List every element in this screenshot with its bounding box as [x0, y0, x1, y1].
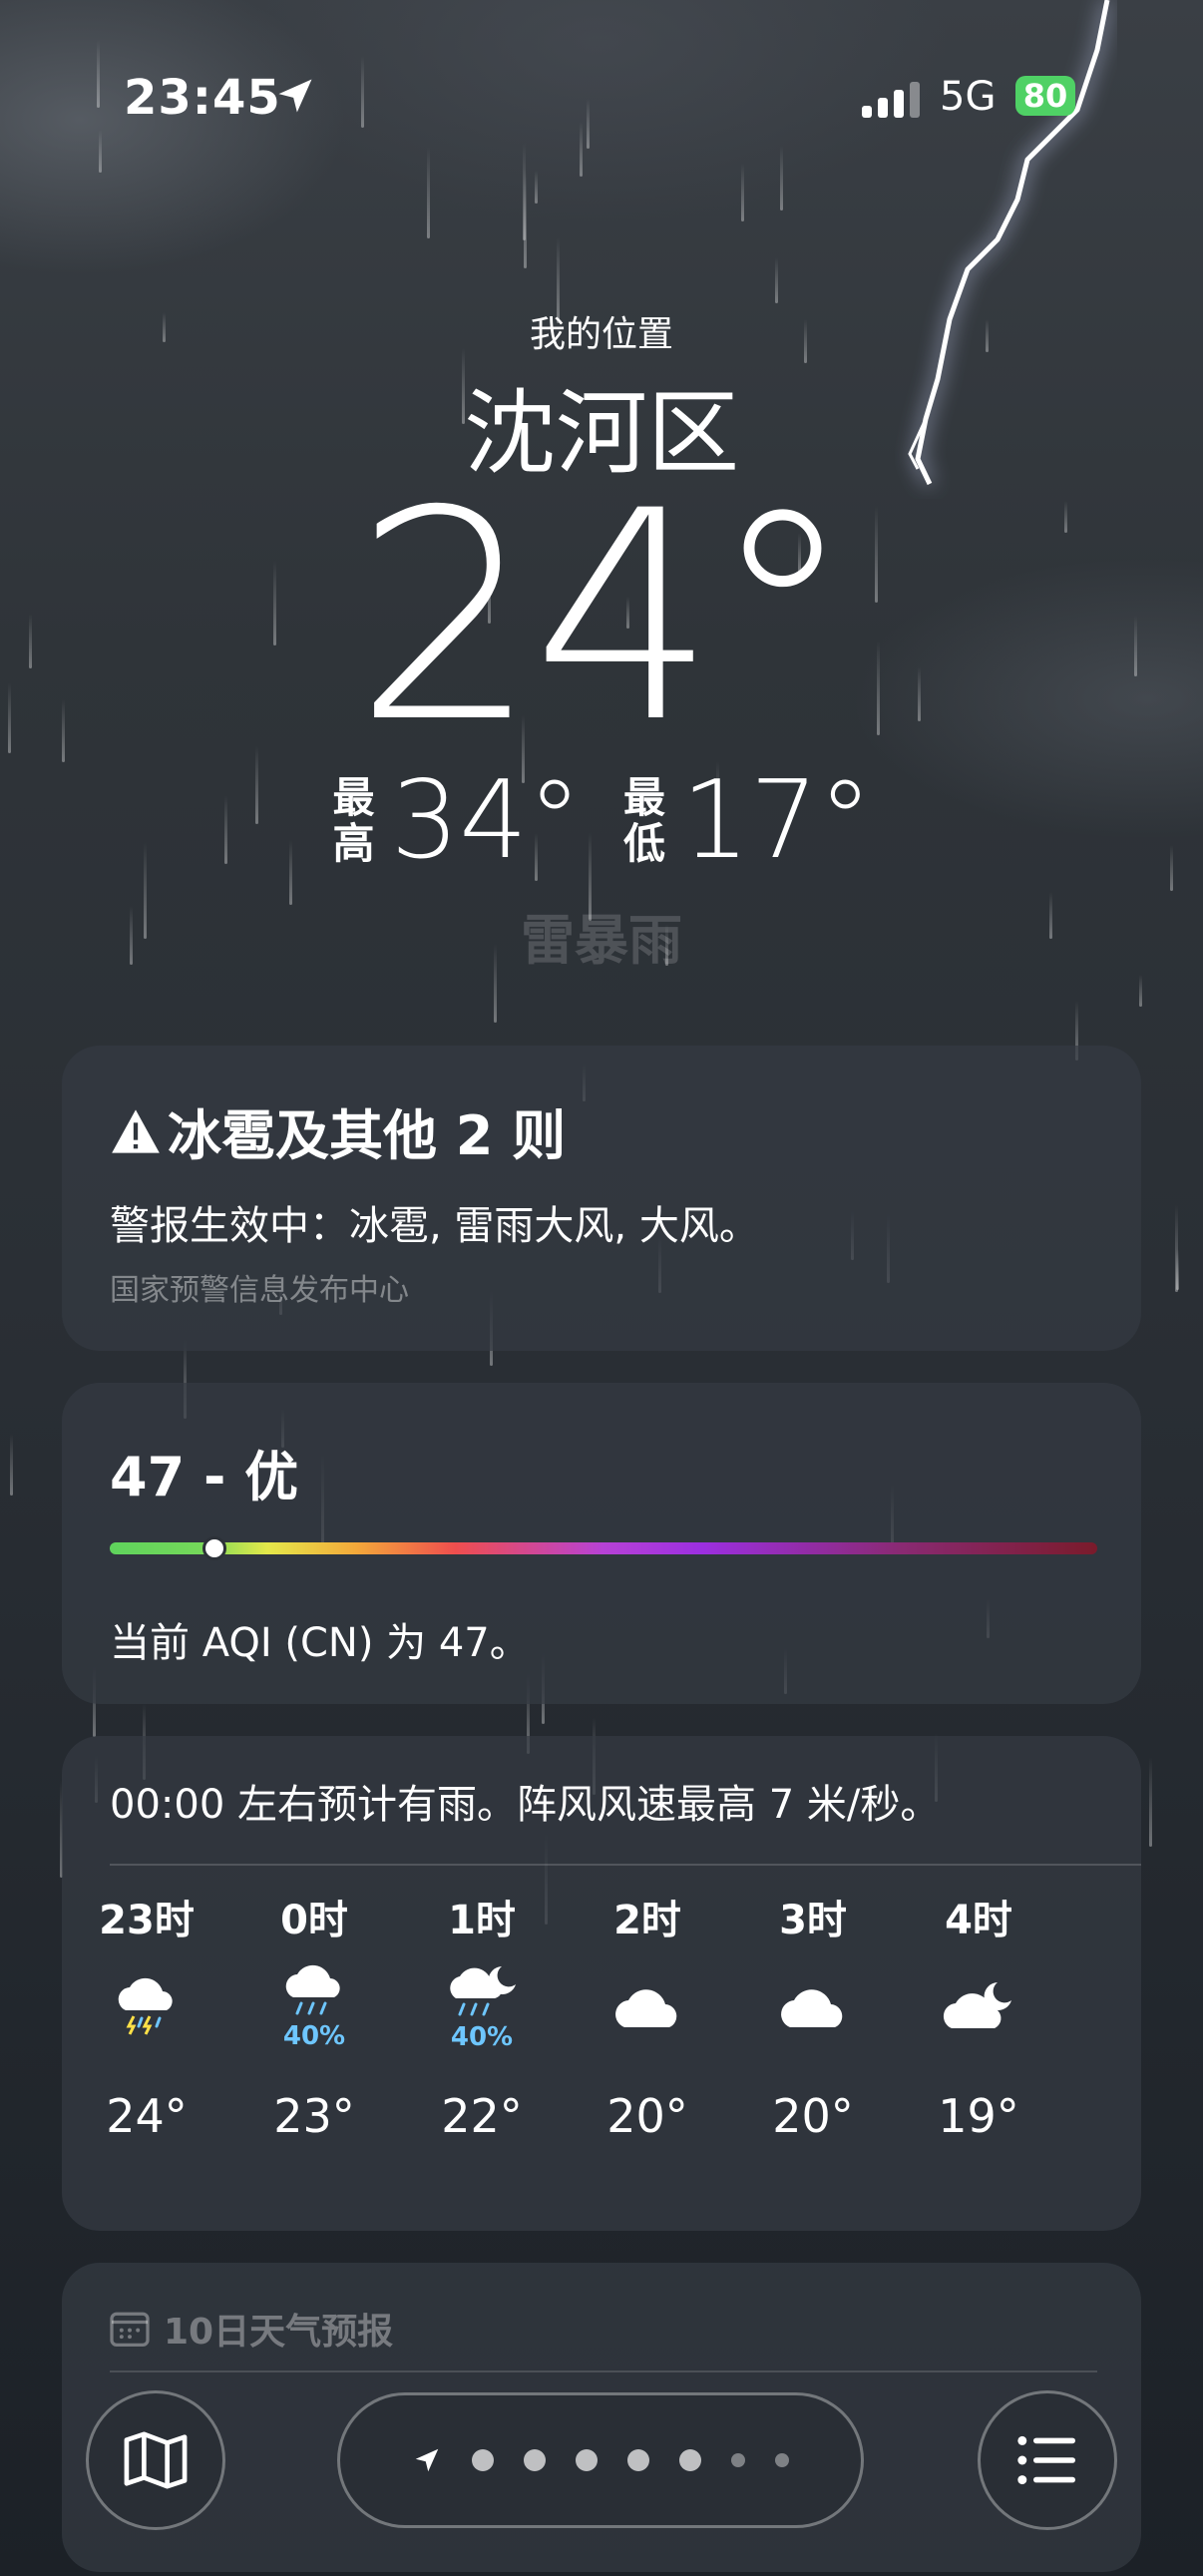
raindrop — [10, 1434, 13, 1496]
hour-label: 1时 — [448, 1898, 516, 1943]
current-location-icon — [415, 2448, 439, 2472]
thunderstorm-icon — [118, 1977, 173, 2035]
hour-label: 3时 — [779, 1898, 847, 1943]
weather-alert-card[interactable]: 冰雹及其他 2 则 警报生效中：冰雹, 雷雨大风, 大风。 国家预警信息发布中心 — [62, 1046, 1141, 1351]
aqi-indicator-dot — [202, 1536, 226, 1560]
divider — [110, 2370, 1097, 2372]
divider — [110, 1864, 1141, 1866]
hourly-item[interactable]: 2时 20° — [573, 1888, 722, 2143]
list-icon — [1017, 2435, 1075, 2485]
alert-title-row: 冰雹及其他 2 则 — [110, 1091, 566, 1170]
hourly-item[interactable]: 0 — [1119, 1888, 1141, 1947]
hourly-item[interactable]: 1时 40% 22° — [407, 1888, 557, 2143]
rain-icon — [285, 1964, 340, 2015]
hour-label: 2时 — [613, 1898, 681, 1943]
network-type: 5G — [940, 74, 997, 120]
hourly-forecast-card[interactable]: 00:00 左右预计有雨。阵风风速最高 7 米/秒。 23时 24° 0时 40… — [62, 1736, 1141, 2231]
map-icon — [124, 2431, 188, 2489]
hourly-summary: 00:00 左右预计有雨。阵风风速最高 7 米/秒。 — [110, 1782, 941, 1828]
alert-body: 警报生效中：冰雹, 雷雨大风, 大风。 — [110, 1203, 759, 1249]
location-arrow-icon — [278, 79, 312, 113]
warning-icon — [112, 1108, 160, 1153]
calendar-icon — [110, 2312, 150, 2347]
hour-temp: 23° — [273, 2089, 355, 2143]
weather-condition: 雷暴雨 — [521, 909, 682, 972]
cellular-signal-icon — [862, 82, 920, 118]
battery-indicator: 80 — [1015, 76, 1075, 116]
page-dot — [627, 2449, 649, 2471]
alert-source: 国家预警信息发布中心 — [110, 1273, 409, 1308]
hour-label: 23时 — [99, 1898, 195, 1943]
cloud-icon — [781, 1989, 843, 2027]
raindrop — [775, 257, 778, 303]
alert-title: 冰雹及其他 2 则 — [168, 1104, 567, 1167]
hourly-item[interactable]: 0时 40% 23° — [239, 1888, 389, 2143]
aqi-scale-bar — [110, 1542, 1097, 1554]
page-dot — [775, 2453, 789, 2467]
hour-temp: 20° — [606, 2089, 688, 2143]
hour-temp: 20° — [772, 2089, 854, 2143]
page-dot — [576, 2449, 598, 2471]
page-dot — [679, 2449, 701, 2471]
hourly-item[interactable]: 3时 20° — [738, 1888, 888, 2143]
status-time: 23:45 — [124, 70, 281, 126]
low-label: 最低 — [622, 772, 665, 868]
status-bar: 23:45 5G 80 — [0, 0, 1203, 200]
low-temp: 17° — [681, 758, 873, 883]
aqi-value: 47 - 优 — [110, 1446, 299, 1508]
page-dot — [472, 2449, 494, 2471]
high-low-temperatures: 最高 34° 最低 17° — [0, 758, 1203, 883]
page-dot — [524, 2449, 546, 2471]
raindrop — [1176, 1249, 1179, 1290]
page-dot — [731, 2453, 745, 2467]
high-temp: 34° — [390, 758, 582, 883]
hour-temp: 19° — [938, 2089, 1019, 2143]
precip-chance: 40% — [450, 2022, 514, 2052]
high-label: 最高 — [332, 772, 375, 868]
hourly-item[interactable]: 23时 24° — [72, 1888, 221, 2143]
night-cloud-icon — [943, 1982, 1011, 2028]
hour-temp: 24° — [106, 2089, 188, 2143]
hour-label: 4时 — [945, 1898, 1012, 1943]
raindrop — [1139, 975, 1142, 1007]
raindrop — [1149, 1757, 1152, 1847]
hour-temp: 22° — [441, 2089, 523, 2143]
current-temperature: 24° — [353, 450, 855, 786]
location-page-indicator[interactable] — [337, 2392, 864, 2528]
air-quality-card[interactable]: 47 - 优 当前 AQI (CN) 为 47。 — [62, 1383, 1141, 1704]
location-label: 我的位置 — [529, 314, 673, 355]
aqi-description: 当前 AQI (CN) 为 47。 — [110, 1620, 530, 1666]
location-list-button[interactable] — [978, 2390, 1117, 2530]
hourly-item[interactable]: 4时 19° — [904, 1888, 1053, 2143]
cloud-icon — [615, 1989, 677, 2027]
forecast-title-row: 10日天气预报 — [110, 2303, 393, 2355]
precip-chance: 40% — [282, 2021, 346, 2051]
hour-label: 0 — [1119, 1888, 1141, 1947]
night-rain-icon — [450, 1966, 516, 2016]
map-button[interactable] — [86, 2390, 225, 2530]
forecast-title: 10日天气预报 — [164, 2312, 394, 2353]
hour-label: 0时 — [280, 1898, 348, 1943]
